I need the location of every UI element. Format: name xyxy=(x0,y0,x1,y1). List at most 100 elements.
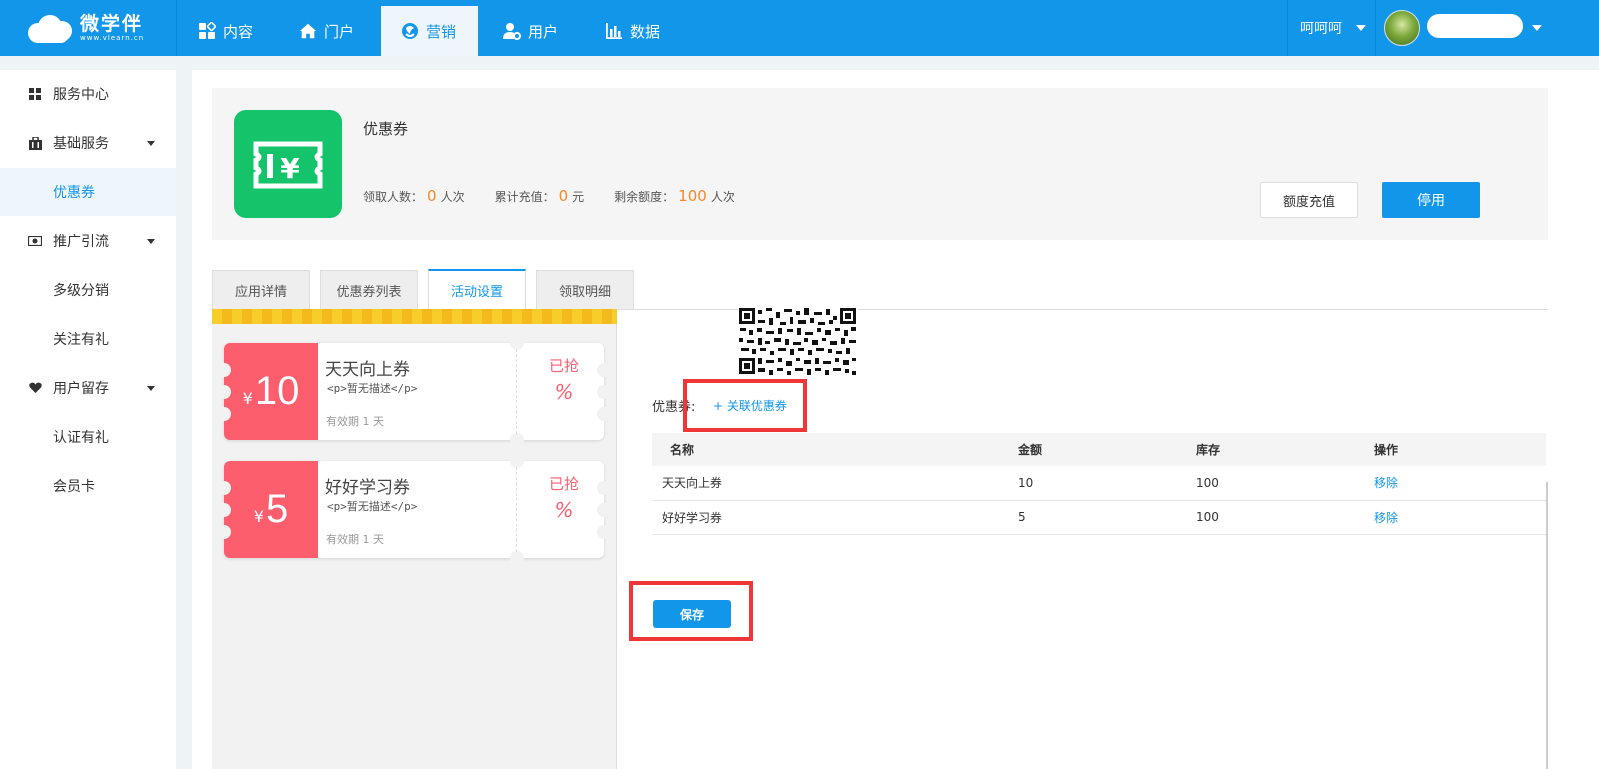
cell-amount: 10 xyxy=(1018,466,1196,501)
save-button[interactable]: 保存 xyxy=(653,600,731,628)
sidebar-item-promotion[interactable]: 推广引流 xyxy=(0,217,176,265)
sidebar-item-label: 会员卡 xyxy=(53,479,95,495)
column-header-name: 名称 xyxy=(652,433,1018,466)
sidebar-item-verify-gift[interactable]: 认证有礼 xyxy=(0,413,176,461)
stat-label: 领取人数： xyxy=(363,190,424,204)
sidebar-item-service-center[interactable]: 服务中心 xyxy=(0,70,176,118)
sidebar-item-label: 多级分销 xyxy=(53,283,109,299)
nav-tab-label: 门户 xyxy=(324,22,355,41)
column-header-action: 操作 xyxy=(1374,433,1546,466)
stat-recipients: 领取人数： 0 人次 xyxy=(363,187,465,205)
coupon-card[interactable]: ¥ 10 天天向上券 <p>暂无描述</p> 有效期 1 天 已抢 % xyxy=(217,336,611,447)
nav-tab-label: 用户 xyxy=(528,22,559,41)
nav-tab-label: 内容 xyxy=(223,22,254,41)
grabbed-label: 已抢 xyxy=(548,475,579,493)
remove-link[interactable]: 移除 xyxy=(1374,500,1546,535)
coupon-grab-status: 已抢 % xyxy=(544,473,584,522)
home-icon xyxy=(299,22,317,40)
avatar[interactable] xyxy=(1384,10,1420,46)
sidebar-item-label: 基础服务 xyxy=(53,136,109,152)
nav-tab-marketing[interactable]: 营销 xyxy=(381,6,478,56)
disable-button[interactable]: 停用 xyxy=(1382,182,1480,218)
bar-chart-icon xyxy=(605,22,623,40)
svg-text:¥: ¥ xyxy=(280,152,300,185)
sidebar-item-multi-distribution[interactable]: 多级分销 xyxy=(0,266,176,314)
username-menu[interactable]: 呵呵呵 xyxy=(1300,18,1342,38)
table-header-row: 名称 金额 库存 操作 xyxy=(652,433,1546,466)
cell-stock: 100 xyxy=(1196,466,1374,501)
tab-app-details[interactable]: 应用详情 xyxy=(212,270,310,310)
sidebar-item-label: 用户留存 xyxy=(53,381,109,397)
logo-name: 微学伴 xyxy=(80,12,144,35)
grabbed-percent: % xyxy=(554,498,574,522)
nav-tab-label: 营销 xyxy=(426,22,457,41)
sidebar-item-label: 认证有礼 xyxy=(53,430,109,446)
scrollbar[interactable] xyxy=(1546,482,1548,769)
sidebar-item-follow-gift[interactable]: 关注有礼 xyxy=(0,315,176,363)
sidebar-item-member-card[interactable]: 会员卡 xyxy=(0,462,176,510)
chevron-down-icon[interactable] xyxy=(1532,25,1542,31)
preview-banner-strip xyxy=(212,309,617,324)
coupon-validity: 有效期 1 天 xyxy=(326,415,384,428)
nav-tab-content[interactable]: 内容 xyxy=(178,6,278,56)
caret-down-icon xyxy=(147,239,155,244)
nav-tab-portal[interactable]: 门户 xyxy=(279,6,379,56)
stat-unit: 人次 xyxy=(440,190,465,204)
cell-stock: 100 xyxy=(1196,500,1374,535)
coupon-validity: 有效期 1 天 xyxy=(326,533,384,546)
marketing-swirl-icon xyxy=(401,22,419,40)
grabbed-label: 已抢 xyxy=(548,357,579,375)
cell-name: 好好学习券 xyxy=(652,500,1018,535)
column-header-amount: 金额 xyxy=(1018,433,1196,466)
coupon-card[interactable]: ¥ 5 好好学习券 <p>暂无描述</p> 有效期 1 天 已抢 % xyxy=(217,454,611,565)
coupon-description: <p>暂无描述</p> xyxy=(327,382,418,395)
nav-tab-data[interactable]: 数据 xyxy=(585,6,685,56)
associate-coupon-link[interactable]: + 关联优惠券 xyxy=(713,397,787,414)
user-gear-icon xyxy=(503,22,521,40)
nav-tab-label: 数据 xyxy=(630,22,661,41)
nav-tab-users[interactable]: 用户 xyxy=(483,6,583,56)
recharge-quota-button[interactable]: 额度充值 xyxy=(1260,182,1358,218)
logo-url: www.vlearn.cn xyxy=(80,33,145,42)
sidebar-item-basic-services[interactable]: 基础服务 xyxy=(0,119,176,167)
app-header-card: ¥ 优惠券 领取人数： 0 人次 累计充值： 0 元 剩余额度： 100 人次 … xyxy=(212,88,1548,240)
qr-code-image xyxy=(738,308,858,376)
briefcase-icon xyxy=(28,136,42,150)
sidebar-item-coupon[interactable]: 优惠券 xyxy=(0,168,176,216)
caret-down-icon xyxy=(147,386,155,391)
table-row: 天天向上券 10 100 移除 xyxy=(652,466,1546,501)
sidebar-item-user-retention[interactable]: 用户留存 xyxy=(0,364,176,412)
stat-label: 剩余额度： xyxy=(614,190,675,204)
currency-symbol: ¥ xyxy=(253,507,264,526)
redacted-account-name xyxy=(1427,14,1523,38)
stat-label: 累计充值： xyxy=(494,190,555,204)
sidebar-item-label: 优惠券 xyxy=(53,185,95,201)
tab-claim-details[interactable]: 领取明细 xyxy=(536,270,634,310)
stat-value: 100 xyxy=(678,187,707,205)
sidebar-item-label: 推广引流 xyxy=(53,234,109,250)
logo[interactable]: 微学伴 www.vlearn.cn xyxy=(28,10,173,46)
tab-activity-settings[interactable]: 活动设置 xyxy=(428,269,526,310)
currency-symbol: ¥ xyxy=(242,389,253,408)
grid-icon xyxy=(28,87,42,101)
stat-unit: 元 xyxy=(572,190,585,204)
tab-coupon-list[interactable]: 优惠券列表 xyxy=(320,270,418,310)
stats-bar: 领取人数： 0 人次 累计充值： 0 元 剩余额度： 100 人次 xyxy=(363,187,765,205)
sidebar-item-label: 关注有礼 xyxy=(53,332,109,348)
remove-link[interactable]: 移除 xyxy=(1374,466,1546,501)
table-row: 好好学习券 5 100 移除 xyxy=(652,500,1546,535)
coupon-amount-block: ¥ 10 xyxy=(224,343,318,440)
stat-value: 0 xyxy=(427,187,437,205)
coupon-preview-panel: ¥ 10 天天向上券 <p>暂无描述</p> 有效期 1 天 已抢 % ¥ 5 xyxy=(212,309,617,769)
coupon-grab-status: 已抢 % xyxy=(544,355,584,404)
chevron-down-icon[interactable] xyxy=(1356,25,1366,31)
stat-value: 0 xyxy=(558,187,569,205)
coupon-amount: 5 xyxy=(265,487,289,531)
top-navbar: 微学伴 www.vlearn.cn 内容 门户 营销 用户 数据 呵呵呵 xyxy=(0,0,1599,56)
column-header-stock: 库存 xyxy=(1196,433,1374,466)
page-title: 优惠券 xyxy=(363,120,409,138)
coupon-app-icon: ¥ xyxy=(234,110,342,218)
stat-remaining-quota: 剩余额度： 100 人次 xyxy=(614,187,735,205)
heart-icon xyxy=(28,381,42,395)
sidebar: 服务中心 基础服务 优惠券 推广引流 多级分销 关注有礼 用户留存 认证有礼 会… xyxy=(0,70,176,769)
